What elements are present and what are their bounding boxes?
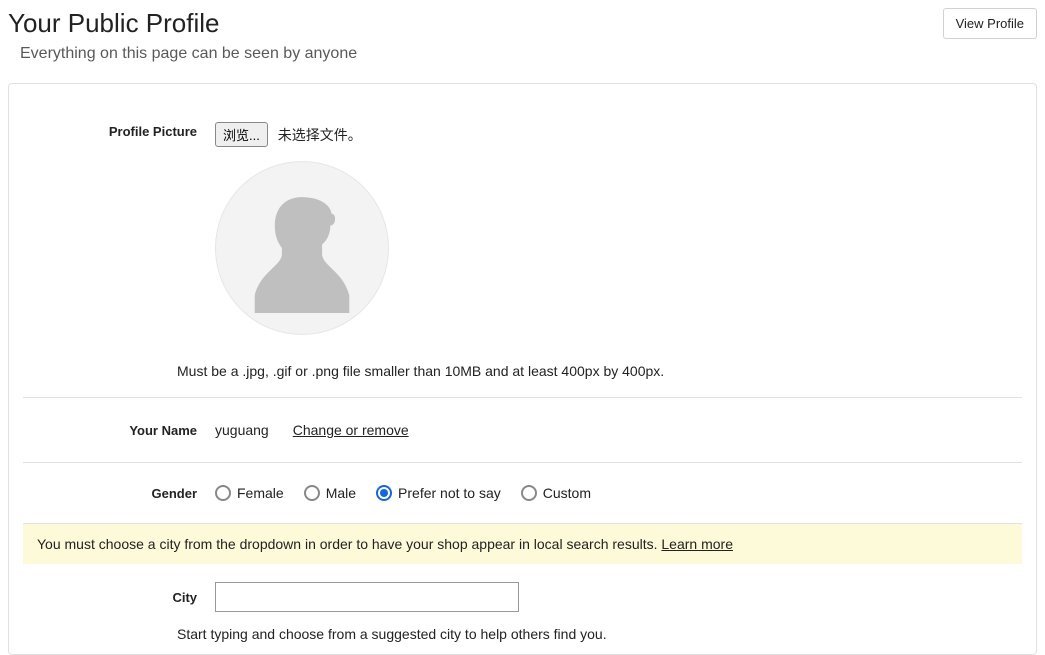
gender-radio-male[interactable]: Male [304,485,356,501]
page-subtitle: Everything on this page can be seen by a… [20,45,357,63]
gender-radio-prefer-not[interactable]: Prefer not to say [376,485,501,501]
your-name-label: Your Name [9,423,215,438]
view-profile-button[interactable]: View Profile [943,8,1037,39]
radio-icon [521,485,537,501]
person-silhouette-icon [237,183,367,313]
learn-more-link[interactable]: Learn more [661,536,733,552]
radio-icon [215,485,231,501]
city-notice-text: You must choose a city from the dropdown… [37,536,661,552]
gender-radio-prefer-not-label: Prefer not to say [398,485,501,501]
browse-file-button[interactable]: 浏览... [215,122,268,147]
gender-radio-female[interactable]: Female [215,485,284,501]
gender-radio-custom[interactable]: Custom [521,485,591,501]
your-name-value: yuguang [215,422,269,438]
change-or-remove-link[interactable]: Change or remove [293,422,409,438]
profile-form-panel: Profile Picture 浏览... 未选择文件。 Must be a .… [8,83,1037,655]
radio-icon [304,485,320,501]
page-title: Your Public Profile [8,8,357,39]
city-input[interactable] [215,582,519,612]
city-hint: Start typing and choose from a suggested… [9,618,1036,654]
profile-picture-label: Profile Picture [9,122,215,139]
gender-radio-custom-label: Custom [543,485,591,501]
city-notice: You must choose a city from the dropdown… [23,524,1022,564]
gender-radio-group: Female Male Prefer not to say Custom [215,485,591,501]
gender-radio-female-label: Female [237,485,284,501]
city-label: City [9,590,215,605]
gender-radio-male-label: Male [326,485,356,501]
avatar-placeholder [215,161,389,335]
profile-picture-hint: Must be a .jpg, .gif or .png file smalle… [9,349,1036,397]
radio-icon [376,485,392,501]
gender-label: Gender [9,486,215,501]
no-file-selected-text: 未选择文件。 [278,127,362,143]
